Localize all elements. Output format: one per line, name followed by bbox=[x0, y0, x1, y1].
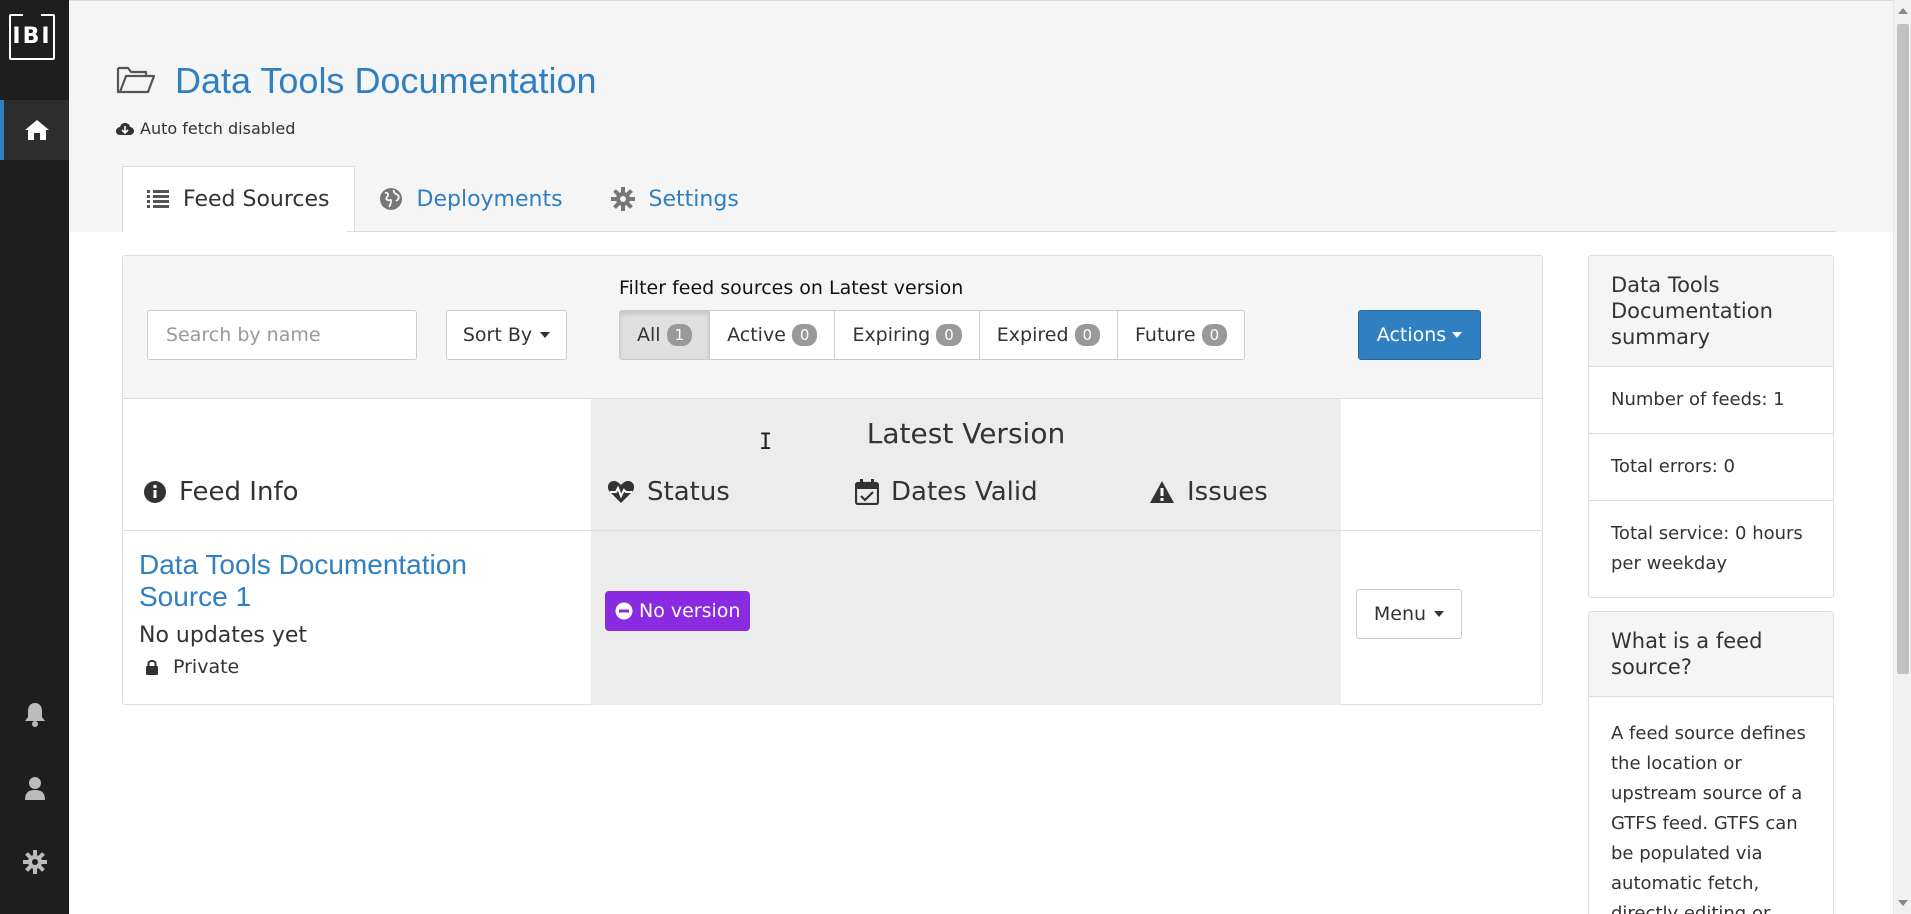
text-cursor-icon: I bbox=[759, 430, 773, 455]
globe-icon bbox=[379, 188, 402, 210]
status-header: Status bbox=[607, 477, 730, 507]
feed-sources-panel: Sort By Filter feed sources on Latest ve… bbox=[122, 255, 1543, 705]
home-nav-button[interactable] bbox=[0, 100, 69, 160]
row-menu-button[interactable]: Menu bbox=[1356, 589, 1462, 639]
filter-button-group: All 1 Active 0 Expiring 0 Expired 0 Futu… bbox=[619, 310, 1246, 360]
summary-item: Number of feeds: 1 bbox=[1589, 367, 1833, 434]
tab-label: Feed Sources bbox=[183, 186, 330, 212]
heartbeat-icon bbox=[607, 481, 635, 503]
feed-updates-text: No updates yet bbox=[139, 623, 308, 648]
user-icon bbox=[24, 777, 45, 800]
filter-active-button[interactable]: Active 0 bbox=[710, 311, 836, 359]
tab-divider bbox=[347, 231, 1836, 232]
count-badge: 1 bbox=[666, 324, 693, 346]
count-badge: 0 bbox=[791, 324, 818, 346]
minus-circle-icon bbox=[615, 602, 633, 620]
home-icon bbox=[24, 120, 49, 140]
count-badge: 0 bbox=[936, 324, 962, 346]
search-input[interactable] bbox=[147, 310, 417, 360]
filter-label-text: All bbox=[637, 324, 661, 346]
gear-icon bbox=[22, 850, 47, 874]
actions-button[interactable]: Actions bbox=[1358, 310, 1481, 360]
lock-icon bbox=[146, 659, 158, 675]
caret-down-icon bbox=[540, 332, 551, 338]
count-badge: 0 bbox=[1201, 324, 1228, 346]
issues-header: Issues bbox=[1149, 477, 1268, 507]
latest-version-header: Latest Version bbox=[866, 417, 1066, 450]
filter-expired-button[interactable]: Expired 0 bbox=[980, 311, 1119, 359]
filter-all-button[interactable]: All 1 bbox=[620, 311, 711, 359]
header-divider bbox=[123, 530, 1542, 531]
tab-deployments[interactable]: Deployments bbox=[355, 166, 587, 232]
summary-card: Data Tools Documentation summary Number … bbox=[1588, 255, 1834, 598]
filter-label-text: Future bbox=[1135, 324, 1196, 346]
filter-label-text: Active bbox=[727, 324, 786, 346]
help-card: What is a feed source? A feed source def… bbox=[1588, 611, 1834, 914]
feed-info-header: Feed Info bbox=[143, 477, 299, 507]
scrollbar-thumb[interactable] bbox=[1897, 24, 1909, 674]
warning-icon bbox=[1150, 481, 1174, 503]
help-title: What is a feed source? bbox=[1589, 612, 1833, 697]
filter-label-text: Expired bbox=[996, 324, 1069, 346]
tab-label: Deployments bbox=[416, 186, 563, 212]
sidebar: IBI bbox=[0, 0, 69, 914]
header-label: Dates Valid bbox=[891, 477, 1038, 507]
panel-toolbar: Sort By Filter feed sources on Latest ve… bbox=[123, 256, 1542, 399]
tab-label: Settings bbox=[648, 186, 739, 212]
summary-item: Total service: 0 hours per weekday bbox=[1611, 523, 1803, 574]
filter-expiring-button[interactable]: Expiring 0 bbox=[835, 311, 980, 359]
scroll-up-arrow-icon[interactable] bbox=[1898, 8, 1908, 14]
status-badge: No version bbox=[605, 591, 751, 631]
sort-by-label: Sort By bbox=[462, 324, 533, 346]
app-logo[interactable]: IBI bbox=[9, 14, 55, 60]
calendar-check-icon bbox=[855, 479, 879, 505]
menu-label: Menu bbox=[1373, 603, 1427, 625]
caret-down-icon bbox=[1452, 332, 1463, 338]
folder-open-icon bbox=[116, 66, 156, 94]
gear-icon bbox=[610, 187, 635, 211]
cloud-download-icon bbox=[116, 122, 134, 135]
feed-table: Latest Version Feed Info Status Dates Va… bbox=[123, 399, 1542, 705]
bell-icon bbox=[24, 703, 45, 727]
filter-future-button[interactable]: Future 0 bbox=[1118, 311, 1244, 359]
header-label: Feed Info bbox=[179, 477, 299, 507]
user-button[interactable] bbox=[0, 768, 69, 808]
tab-feed-sources[interactable]: Feed Sources bbox=[122, 166, 355, 232]
scroll-down-arrow-icon[interactable] bbox=[1898, 900, 1908, 906]
page-scrollbar[interactable] bbox=[1893, 0, 1911, 914]
visibility-text: Private bbox=[173, 656, 240, 678]
header-label: Status bbox=[647, 477, 730, 507]
summary-title: Data Tools Documentation summary bbox=[1589, 256, 1833, 367]
page-title: Data Tools Documentation bbox=[175, 60, 597, 101]
tab-settings[interactable]: Settings bbox=[587, 166, 763, 232]
actions-label: Actions bbox=[1376, 324, 1447, 346]
settings-button[interactable] bbox=[0, 842, 69, 882]
filter-label-text: Expiring bbox=[852, 324, 931, 346]
caret-down-icon bbox=[1434, 611, 1445, 617]
summary-item: Total errors: 0 bbox=[1589, 434, 1833, 501]
help-body: A feed source defines the location or up… bbox=[1611, 723, 1806, 914]
dates-valid-header: Dates Valid bbox=[855, 477, 1038, 507]
autofetch-text: Auto fetch disabled bbox=[140, 119, 296, 138]
filter-label: Filter feed sources on Latest version bbox=[619, 277, 964, 299]
count-badge: 0 bbox=[1074, 324, 1101, 346]
list-icon bbox=[147, 190, 169, 208]
visibility-label: Private bbox=[145, 656, 239, 678]
notifications-button[interactable] bbox=[0, 694, 69, 734]
info-circle-icon bbox=[144, 481, 166, 503]
autofetch-status: Auto fetch disabled bbox=[116, 119, 295, 138]
header-label: Issues bbox=[1187, 477, 1268, 507]
sort-by-button[interactable]: Sort By bbox=[446, 310, 567, 360]
project-tabs: Feed Sources Deployments Settings bbox=[122, 166, 763, 232]
feed-source-link[interactable]: Data Tools Documentation Source 1 bbox=[139, 549, 539, 613]
status-badge-text: No version bbox=[639, 600, 741, 622]
